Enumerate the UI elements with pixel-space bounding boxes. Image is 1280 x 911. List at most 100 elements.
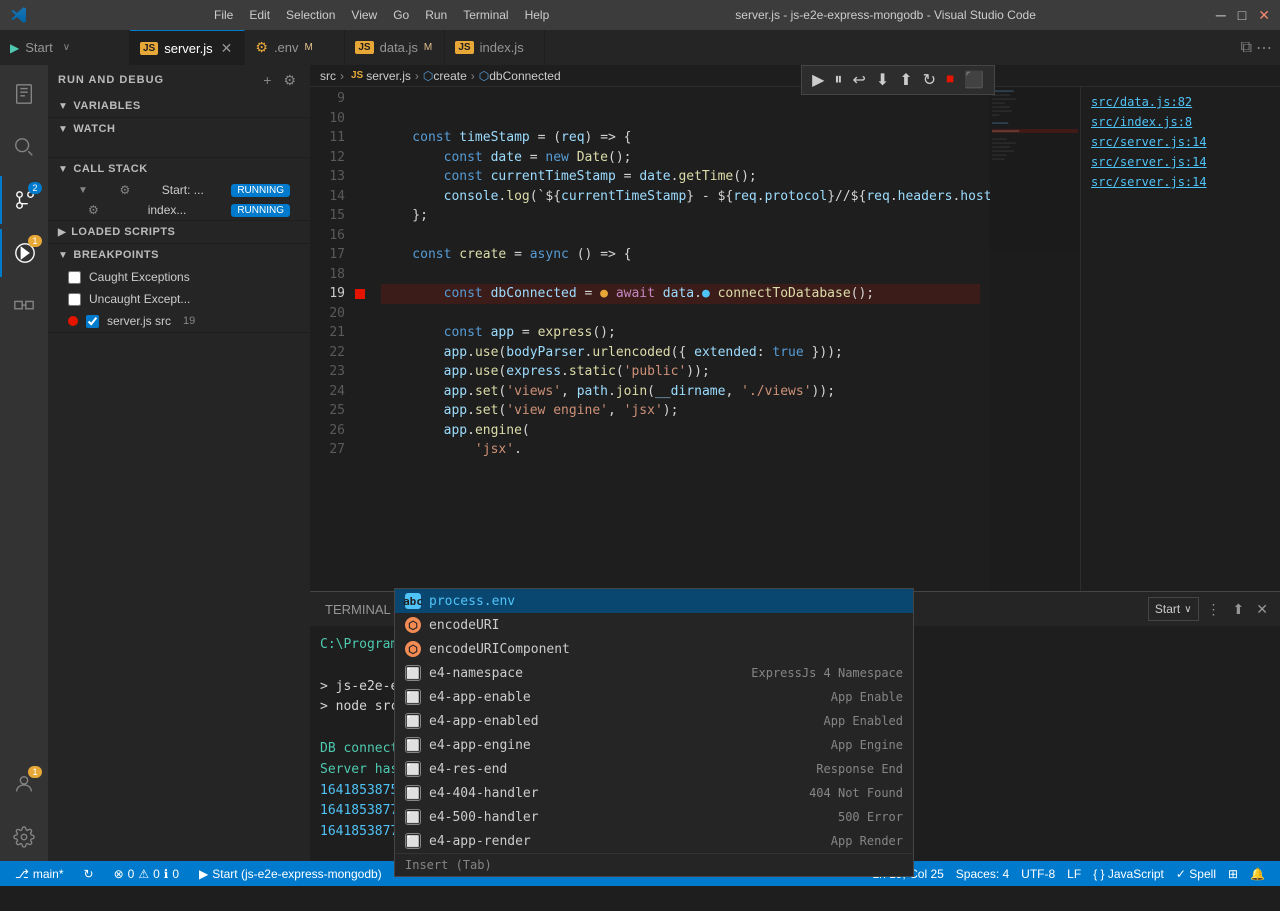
ac-item-e4-app-enable[interactable]: ⬜ e4-app-enable App Enable [395,685,913,709]
right-refs-panel: src/data.js:82 src/index.js:8 src/server… [1080,87,1280,591]
gutter-9 [355,89,371,109]
callstack-header[interactable]: ▼ CALL STACK [48,158,310,180]
tab-server-js[interactable]: JS server.js ✕ [130,30,245,65]
ac-item-e4-404-handler[interactable]: ⬜ e4-404-handler 404 Not Found [395,781,913,805]
server-breakpoint-checkbox[interactable] [86,315,99,328]
minimize-button[interactable]: ─ [1216,7,1226,24]
watch-header[interactable]: ▼ WATCH [48,118,310,140]
debug-step-out-button[interactable]: ⬆ [895,68,916,92]
debug-continue-button[interactable]: ▶ [808,68,828,92]
breadcrumb-server[interactable]: server.js [366,69,411,83]
breadcrumb-js-icon: JS [348,69,366,82]
debug-step-over-button[interactable]: ↩ [848,68,869,92]
debug-disconnect-button[interactable]: ⬛ [960,68,988,92]
menu-terminal[interactable]: Terminal [457,8,514,22]
maximize-button[interactable]: □ [1238,7,1246,24]
activity-explorer[interactable] [0,70,48,118]
ac-item-e4-app-enabled[interactable]: ⬜ e4-app-enabled App Enabled [395,709,913,733]
activity-extensions[interactable] [0,282,48,330]
tab-start-dropdown[interactable]: ∨ [63,42,70,53]
ac-item-e4-res-end[interactable]: ⬜ e4-res-end Response End [395,757,913,781]
breadcrumb-create[interactable]: create [433,69,466,83]
error-count: 0 [128,867,135,881]
status-notifications[interactable]: 🔔 [1245,867,1270,881]
launch-config-selector[interactable]: Start ∨ [1148,597,1199,621]
activity-run-debug[interactable]: 1 [0,229,48,277]
tab-terminal[interactable]: TERMINAL [310,592,406,626]
menu-go[interactable]: Go [387,8,415,22]
caught-exceptions-item[interactable]: Caught Exceptions [48,266,310,288]
line-num-18: 18 [320,265,345,285]
status-spaces[interactable]: Spaces: 4 [951,867,1014,881]
menu-selection[interactable]: Selection [280,8,341,22]
status-encoding[interactable]: UTF-8 [1016,867,1060,881]
split-editor-button[interactable]: ⧉ [1241,39,1252,57]
activity-accounts[interactable]: 1 [0,760,48,808]
close-button[interactable]: ✕ [1258,7,1270,24]
tab-env[interactable]: ⚙ .env M [245,30,345,65]
ac-item-e4-app-render[interactable]: ⬜ e4-app-render App Render [395,829,913,853]
menu-help[interactable]: Help [519,8,556,22]
activity-search[interactable] [0,123,48,171]
callstack-index[interactable]: ⚙ index... RUNNING [48,200,310,220]
tab-server-close[interactable]: ✕ [219,38,235,59]
breakpoints-header[interactable]: ▼ BREAKPOINTS [48,244,310,266]
ref-link-1[interactable]: src/data.js:82 [1081,92,1280,112]
ref-link-4[interactable]: src/server.js:14 [1081,152,1280,172]
uncaught-exceptions-item[interactable]: Uncaught Except... [48,288,310,310]
ac-item-process-env[interactable]: abc process.env [395,589,913,613]
menu-edit[interactable]: Edit [243,8,276,22]
ac-item-encodeuricomp[interactable]: ⬡ encodeURIComponent [395,637,913,661]
line-num-20: 20 [320,304,345,324]
ac-icon-square-5: ⬜ [405,761,421,777]
debug-settings-button[interactable]: ⚙ [279,70,300,91]
status-errors[interactable]: ⊗ 0 ⚠ 0 ℹ 0 [109,867,184,881]
status-branch[interactable]: ⎇ main* [10,867,69,881]
variables-header[interactable]: ▼ VARIABLES [48,95,310,117]
debug-step-into-button[interactable]: ⬇ [872,68,893,92]
panel-close-button[interactable]: ✕ [1252,599,1272,620]
callstack-start[interactable]: ▼ ⚙ Start: ... RUNNING [48,180,310,200]
breakpoint-gutter [355,87,371,591]
status-line-ending[interactable]: LF [1062,867,1086,881]
tab-index-js[interactable]: JS index.js [445,30,545,65]
uncaught-exceptions-checkbox[interactable] [68,293,81,306]
ref-link-3[interactable]: src/server.js:14 [1081,132,1280,152]
status-spell[interactable]: ✓ Spell [1171,867,1221,881]
panel-layout-button[interactable]: ⋮ [1203,599,1225,620]
ref-link-2[interactable]: src/index.js:8 [1081,112,1280,132]
ref-link-5[interactable]: src/server.js:14 [1081,172,1280,192]
caught-exceptions-checkbox[interactable] [68,271,81,284]
debug-pause-button[interactable]: ⏸ [830,69,846,91]
tab-start[interactable]: ▶ Start ∨ [0,30,130,65]
more-actions-button[interactable]: ⋯ [1256,38,1272,58]
tab-env-label: .env [274,40,299,55]
tab-data-js[interactable]: JS data.js M [345,30,445,65]
status-language[interactable]: { } JavaScript [1088,867,1169,881]
ac-item-e4-app-engine[interactable]: ⬜ e4-app-engine App Engine [395,733,913,757]
menu-run[interactable]: Run [419,8,453,22]
ac-icon-square-4: ⬜ [405,737,421,753]
new-debug-button[interactable]: + [259,70,275,91]
debug-stop-button[interactable]: ⏹ [942,69,958,91]
ac-label-process-env: process.env [429,594,903,609]
activity-source-control[interactable]: 2 [0,176,48,224]
menu-view[interactable]: View [345,8,383,22]
status-debug[interactable]: ▶ Start (js-e2e-express-mongodb) [194,867,387,881]
breadcrumb-dbconnected[interactable]: dbConnected [489,69,560,83]
status-sync[interactable]: ↻ [79,867,99,881]
status-remote[interactable]: ⊞ [1223,867,1243,881]
warning-count: 0 [153,867,160,881]
ac-item-e4-namespace[interactable]: ⬜ e4-namespace ExpressJs 4 Namespace [395,661,913,685]
ac-icon-square-2: ⬜ [405,689,421,705]
breadcrumb-src[interactable]: src [320,69,336,83]
server-breakpoint-item[interactable]: server.js src 19 [48,310,310,332]
menu-file[interactable]: File [208,8,239,22]
ac-item-encodeuri[interactable]: ⬡ encodeURI [395,613,913,637]
panel-maximize-button[interactable]: ⬆ [1229,599,1249,620]
ac-item-e4-500-handler[interactable]: ⬜ e4-500-handler 500 Error [395,805,913,829]
debug-restart-button[interactable]: ↻ [919,68,940,92]
loaded-scripts-header[interactable]: ▶ LOADED SCRIPTS [48,221,310,243]
status-right: Ln 19, Col 25 Spaces: 4 UTF-8 LF { } Jav… [867,867,1270,881]
activity-settings[interactable] [0,813,48,861]
